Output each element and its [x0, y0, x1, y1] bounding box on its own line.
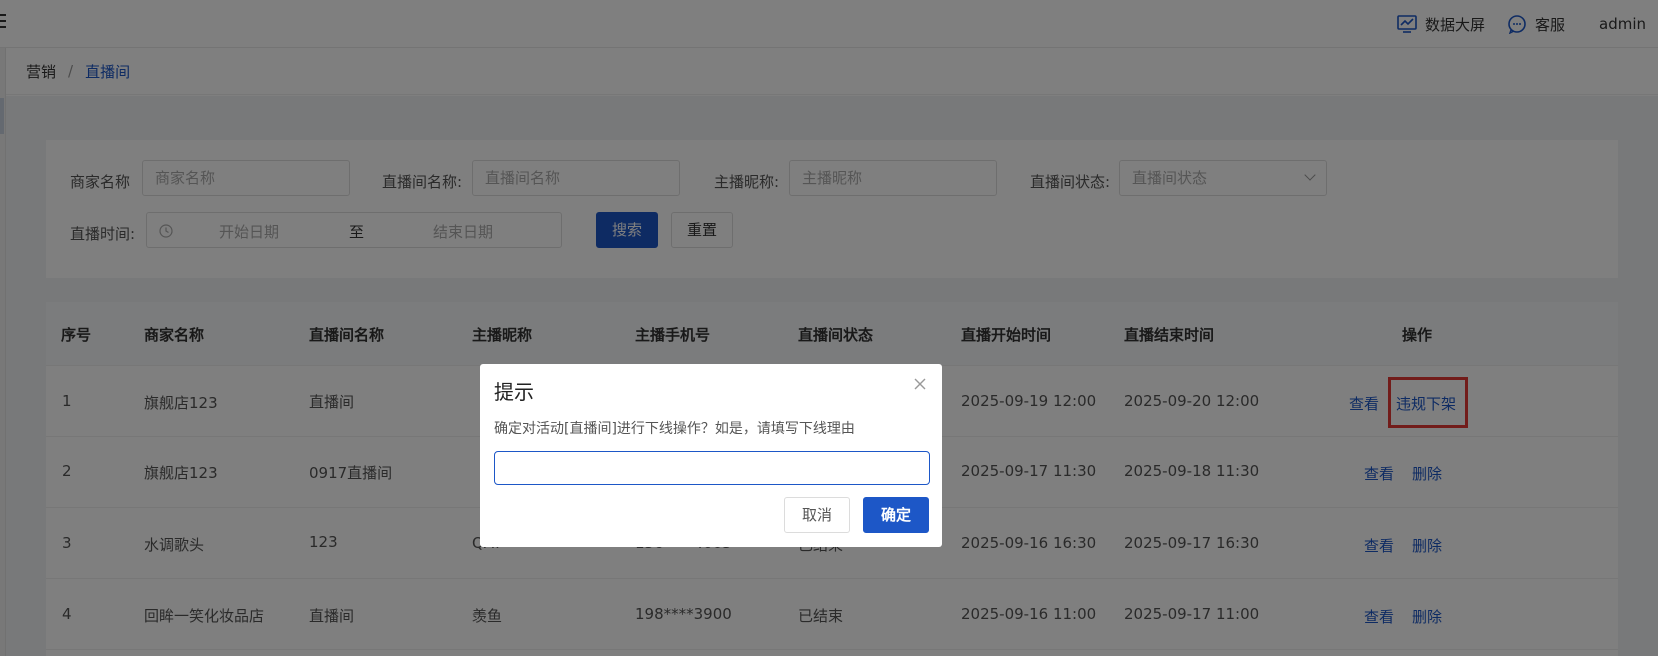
dialog-title: 提示: [494, 380, 534, 404]
close-icon[interactable]: [912, 376, 928, 392]
dialog-message: 确定对活动[直播间]进行下线操作？如是，请填写下线理由: [494, 421, 855, 437]
offline-confirm-dialog: 提示 确定对活动[直播间]进行下线操作？如是，请填写下线理由 取消 确定: [480, 364, 942, 547]
confirm-button[interactable]: 确定: [863, 497, 929, 533]
offline-reason-input[interactable]: [494, 451, 930, 485]
cancel-button[interactable]: 取消: [784, 497, 850, 533]
modal-mask[interactable]: [0, 0, 1658, 656]
